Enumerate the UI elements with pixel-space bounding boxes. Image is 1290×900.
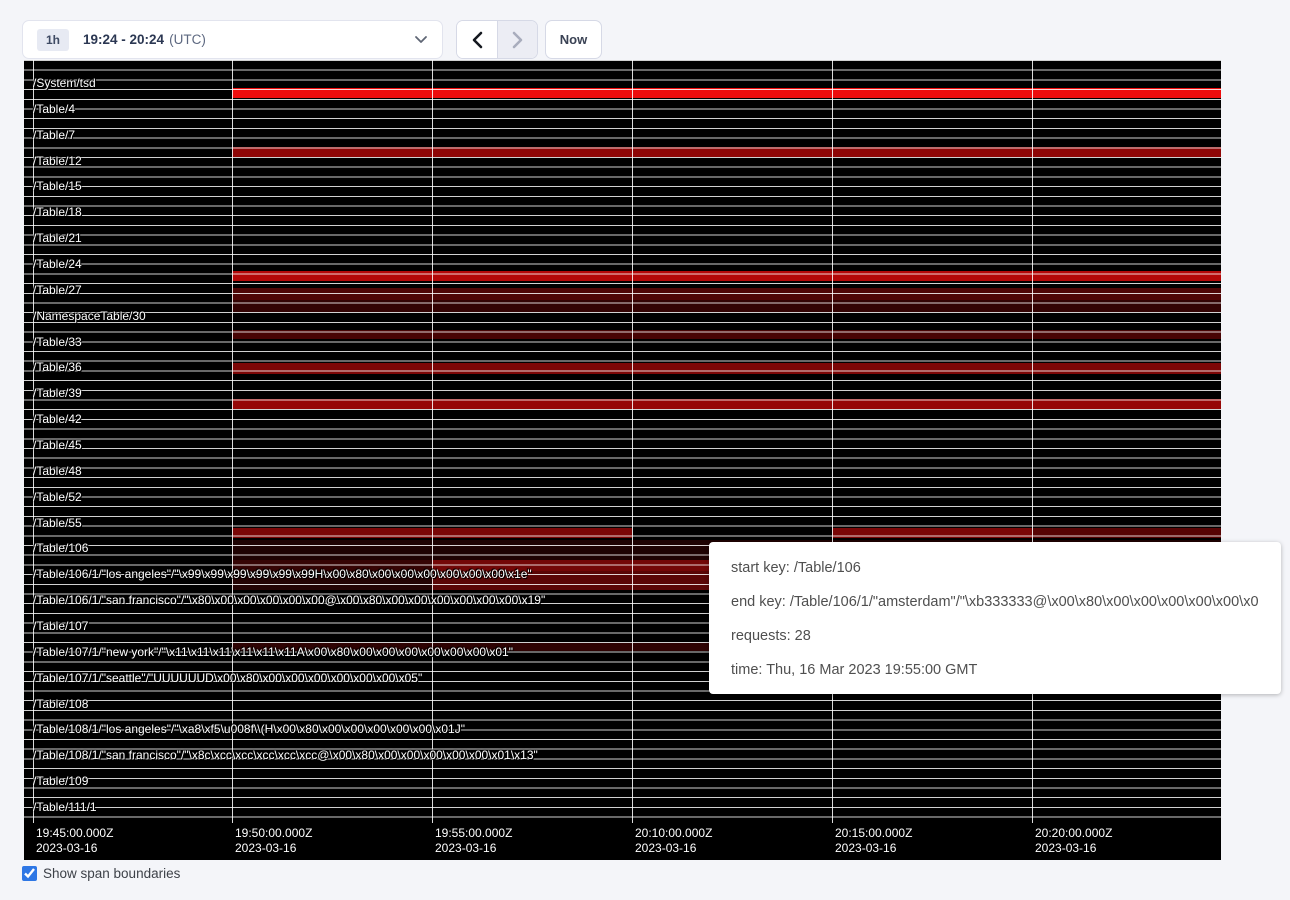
row-label: /Table/107/1/"seattle"/"UUUUUUD\x00\x80\…: [33, 671, 422, 685]
time-gridline: [232, 60, 233, 823]
heat-band: [832, 528, 1032, 538]
row-label: /Table/48: [33, 464, 82, 478]
row-label: /System/tsd: [33, 76, 96, 90]
time-gridline: [832, 60, 833, 823]
heat-band: [232, 399, 1221, 409]
heat-band: [1032, 528, 1221, 538]
row-label: /Table/108/1/"los angeles"/"\xa8\xf5\u00…: [33, 722, 465, 736]
row-label: /Table/4: [33, 102, 75, 116]
row-label: /Table/18: [33, 205, 82, 219]
tooltip-start-key: start key: /Table/106: [731, 551, 1259, 585]
row-label: /Table/106/1/"san francisco"/"\x80\x00\x…: [33, 593, 545, 607]
chevron-left-icon: [472, 31, 483, 49]
time-gridline: [632, 60, 633, 823]
row-label: /Table/106/1/"los angeles"/"\x99\x99\x99…: [33, 567, 532, 581]
row-label: /Table/39: [33, 386, 82, 400]
range-timezone: (UTC): [169, 32, 206, 47]
heat-band: [232, 560, 432, 571]
chevron-right-icon: [512, 31, 523, 49]
range-nav-group: [456, 20, 538, 59]
row-label: /Table/21: [33, 231, 82, 245]
span-tooltip: start key: /Table/106 end key: /Table/10…: [709, 542, 1281, 694]
row-label: /Table/42: [33, 412, 82, 426]
x-tick-label: 20:20:00.000Z2023-03-16: [1035, 826, 1112, 856]
x-tick-label: 20:15:00.000Z2023-03-16: [835, 826, 912, 856]
time-range-selector[interactable]: 1h 19:24 - 20:24 (UTC): [22, 20, 443, 59]
range-duration-badge: 1h: [37, 29, 69, 51]
row-label: /Table/45: [33, 438, 82, 452]
row-label: /NamespaceTable/30: [33, 309, 146, 323]
prev-range-button[interactable]: [457, 21, 497, 58]
chevron-down-icon: [414, 35, 428, 44]
heat-band: [232, 88, 1221, 98]
time-gridline: [33, 60, 34, 823]
row-label: /Table/108/1/"san francisco"/"\x8c\xcc\x…: [33, 748, 538, 762]
heatmap-canvas[interactable]: /System/tsd/Table/4/Table/7/Table/12/Tab…: [24, 60, 1221, 823]
row-label: /Table/52: [33, 490, 82, 504]
x-tick-label: 19:45:00.000Z2023-03-16: [36, 826, 113, 856]
row-label: /Table/33: [33, 335, 82, 349]
heat-band: [232, 300, 1221, 312]
row-label: /Table/12: [33, 154, 82, 168]
row-label: /Table/107: [33, 619, 88, 633]
time-gridline: [1032, 60, 1033, 823]
footer: Show span boundaries: [22, 866, 180, 881]
range-label: 19:24 - 20:24: [83, 32, 164, 47]
heat-band: [232, 330, 1221, 339]
row-label: /Table/106: [33, 541, 88, 555]
row-label: /Table/7: [33, 128, 75, 142]
show-span-boundaries-label: Show span boundaries: [43, 866, 180, 881]
x-tick-label: 19:55:00.000Z2023-03-16: [435, 826, 512, 856]
row-label: /Table/109: [33, 774, 88, 788]
heat-band: [232, 271, 1221, 281]
show-span-boundaries-checkbox[interactable]: [22, 866, 37, 881]
heat-band: [232, 528, 632, 538]
tooltip-time: time: Thu, 16 Mar 2023 19:55:00 GMT: [731, 653, 1259, 687]
tooltip-requests: requests: 28: [731, 619, 1259, 653]
x-tick-label: 20:10:00.000Z2023-03-16: [635, 826, 712, 856]
heat-band: [232, 288, 1221, 300]
span-boundary-lines: [24, 60, 1221, 823]
x-tick-label: 19:50:00.000Z2023-03-16: [235, 826, 312, 856]
next-range-button[interactable]: [497, 21, 537, 58]
key-visualizer-page: 1h 19:24 - 20:24 (UTC) Now /System/tsd/T…: [0, 0, 1290, 900]
time-gridline: [432, 60, 433, 823]
key-visualizer-chart[interactable]: /System/tsd/Table/4/Table/7/Table/12/Tab…: [24, 60, 1221, 860]
row-label: /Table/108: [33, 697, 88, 711]
tooltip-end-key: end key: /Table/106/1/"amsterdam"/"\xb33…: [731, 585, 1259, 619]
heat-band: [232, 147, 1221, 157]
row-label: /Table/36: [33, 360, 82, 374]
row-label: /Table/15: [33, 179, 82, 193]
now-button[interactable]: Now: [545, 20, 602, 59]
row-label: /Table/24: [33, 257, 82, 271]
row-label: /Table/27: [33, 283, 82, 297]
row-label: /Table/111/1: [33, 800, 97, 814]
heat-band: [232, 571, 432, 590]
toolbar: 1h 19:24 - 20:24 (UTC) Now: [0, 0, 1290, 60]
heat-band: [232, 363, 1221, 374]
row-label: /Table/55: [33, 516, 82, 530]
row-label: /Table/107/1/"new york"/"\x11\x11\x11\x1…: [33, 645, 513, 659]
